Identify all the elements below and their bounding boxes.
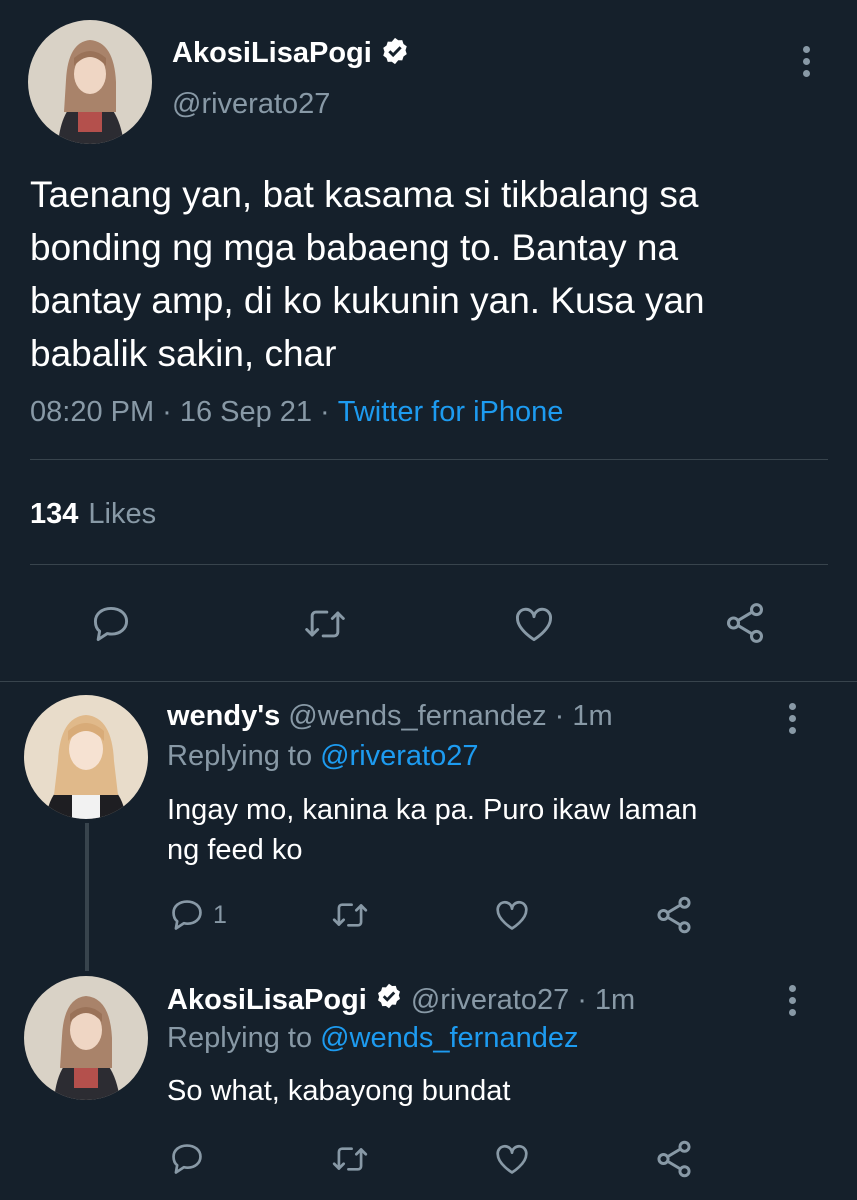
verified-badge-icon (380, 36, 410, 71)
reply-text: Ingay mo, kanina ka pa. Puro ikaw laman … (167, 790, 697, 870)
reply-handle[interactable]: @riverato27 (411, 984, 569, 1017)
retweet-icon (332, 903, 368, 927)
replying-to-handle[interactable]: @wends_fernandez (320, 1022, 578, 1055)
thread-line (85, 823, 89, 971)
heart-icon (496, 1144, 528, 1174)
reply-button[interactable] (88, 602, 134, 646)
divider (30, 459, 828, 460)
reply-button[interactable]: 1 (167, 896, 227, 934)
reply-text-line: Ingay mo, kanina ka pa. Puro ikaw laman (167, 794, 698, 826)
retweet-button[interactable] (300, 602, 350, 646)
share-icon (657, 896, 691, 934)
share-button[interactable] (720, 600, 770, 646)
reply-display-name[interactable]: AkosiLisaPogi (167, 984, 367, 1017)
like-button[interactable] (491, 1140, 533, 1178)
reply-button[interactable] (167, 1140, 213, 1178)
share-button[interactable] (652, 894, 696, 936)
more-options-icon[interactable] (803, 46, 811, 82)
separator: · (162, 396, 172, 428)
reply-count: 1 (213, 900, 227, 929)
replying-to-handle[interactable]: @riverato27 (320, 740, 478, 773)
tweet-text: Taenang yan, bat kasama si tikbalang sa … (30, 168, 830, 380)
separator: · (320, 396, 330, 428)
replying-to: Replying to @riverato27 (167, 740, 479, 773)
reply-avatar[interactable] (24, 976, 148, 1100)
reply-text-line: ng feed ko (167, 834, 303, 866)
divider (0, 681, 857, 682)
heart-icon (516, 607, 552, 642)
reply-header: AkosiLisaPogi @riverato27 · 1m (167, 982, 635, 1018)
retweet-button[interactable] (328, 1140, 372, 1178)
tweet-text-line: babalik sakin, char (30, 333, 337, 374)
author-handle[interactable]: @riverato27 (172, 88, 330, 121)
share-icon (657, 1140, 691, 1178)
tweet-text-line: bonding ng mga babaeng to. Bantay na (30, 227, 679, 268)
tweet-text-line: Taenang yan, bat kasama si tikbalang sa (30, 174, 699, 215)
author-avatar[interactable] (28, 20, 152, 144)
retweet-button[interactable] (328, 896, 372, 934)
reply-avatar[interactable] (24, 695, 148, 819)
author-name-row: AkosiLisaPogi (172, 36, 410, 71)
tweet-date: 16 Sep 21 (179, 396, 313, 428)
heart-icon (496, 900, 528, 930)
share-icon (726, 603, 764, 643)
verified-badge-icon (375, 982, 403, 1018)
replying-to: Replying to @wends_fernandez (167, 1022, 578, 1055)
separator: · (554, 700, 565, 732)
replying-to-label: Replying to (167, 740, 313, 772)
author-display-name[interactable]: AkosiLisaPogi (172, 37, 372, 70)
likes-stat[interactable]: 134 Likes (30, 498, 156, 531)
replying-to-label: Replying to (167, 1022, 313, 1054)
reply-time: 1m (572, 700, 613, 732)
reply-handle[interactable]: @wends_fernandez (288, 700, 546, 733)
reply-icon (172, 900, 202, 930)
separator: · (577, 983, 587, 1016)
like-button[interactable] (491, 896, 533, 934)
retweet-icon (332, 1147, 368, 1171)
reply-text-line: So what, kabayong bundat (167, 1075, 511, 1107)
like-button[interactable] (510, 602, 558, 646)
reply-text: So what, kabayong bundat (167, 1071, 510, 1111)
reply-display-name[interactable]: wendy's (167, 700, 280, 733)
tweet-text-line: bantay amp, di ko kukunin yan. Kusa yan (30, 280, 705, 321)
tweet-time: 08:20 PM (30, 396, 155, 428)
retweet-icon (305, 610, 345, 638)
reply-icon (93, 606, 129, 642)
divider (30, 564, 828, 565)
tweet-meta: 08:20 PM · 16 Sep 21 · Twitter for iPhon… (30, 396, 563, 429)
reply-time: 1m (594, 983, 636, 1016)
share-button[interactable] (652, 1138, 696, 1180)
tweet-source-link[interactable]: Twitter for iPhone (338, 396, 564, 429)
reply-icon (172, 1144, 202, 1174)
reply-header: wendy's @wends_fernandez · 1m (167, 700, 613, 733)
more-options-icon[interactable] (789, 703, 797, 739)
likes-count: 134 (30, 498, 79, 530)
more-options-icon[interactable] (789, 985, 797, 1021)
likes-label: Likes (88, 498, 157, 530)
